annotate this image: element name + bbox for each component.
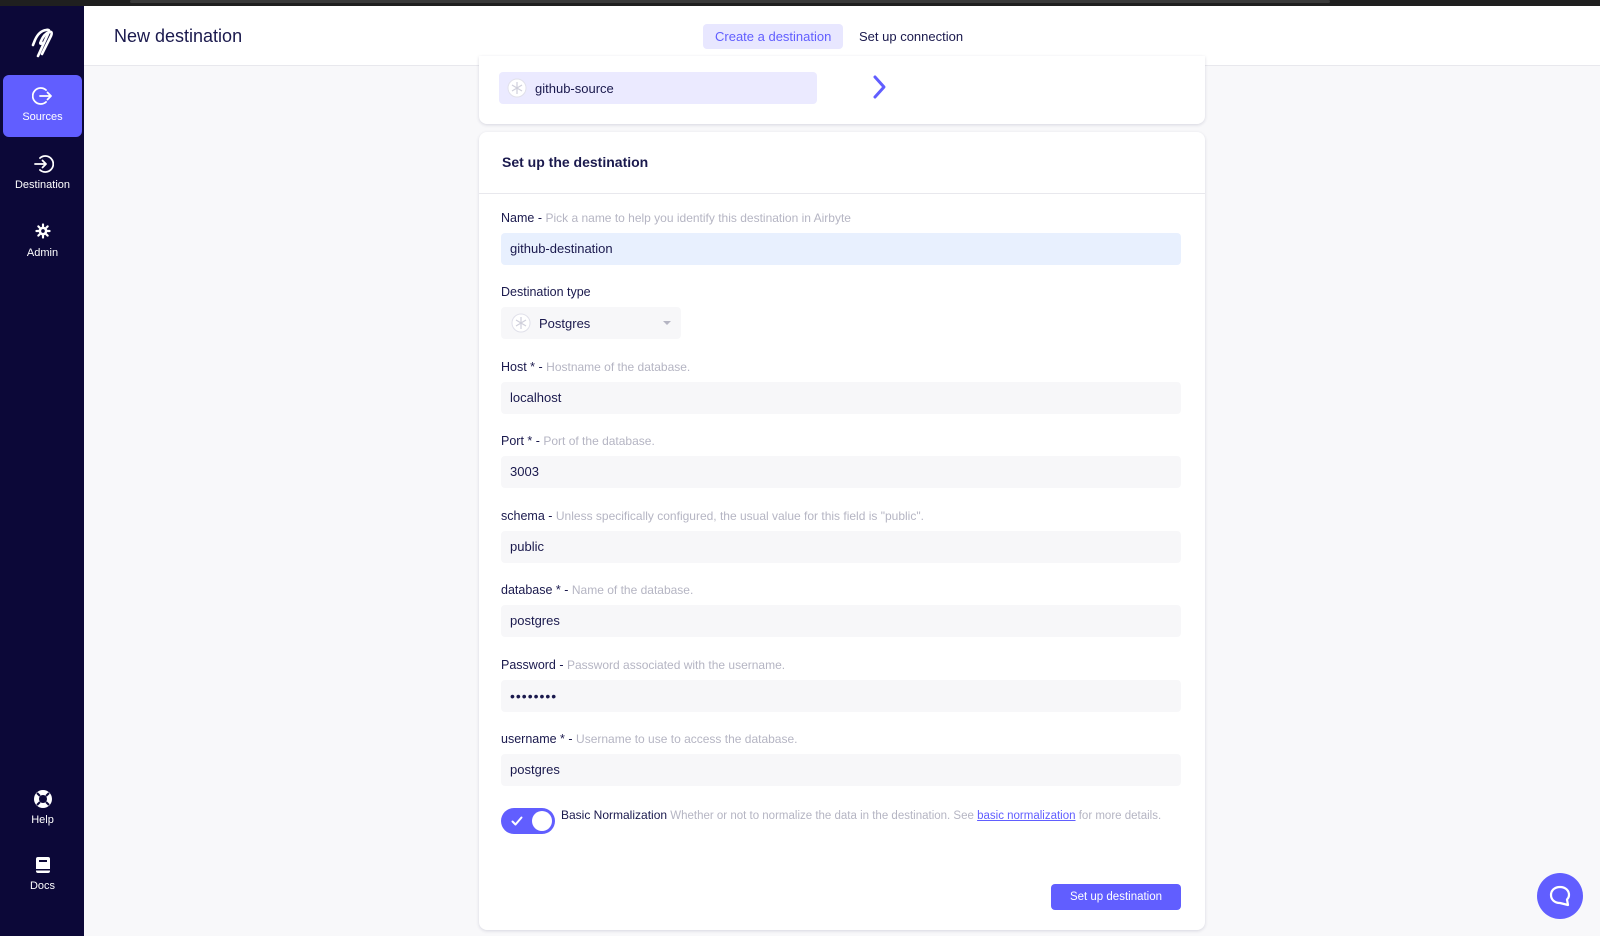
postgres-icon xyxy=(511,313,531,333)
schema-label: schema - Unless specifically configured,… xyxy=(501,509,924,523)
source-pill[interactable]: github-source xyxy=(499,72,817,104)
password-label: Password - Password associated with the … xyxy=(501,658,786,672)
schema-input[interactable]: public xyxy=(501,531,1181,563)
schema-field: schema - Unless specifically configured,… xyxy=(501,508,1181,563)
browser-bar xyxy=(130,0,1330,3)
name-field: Name - Pick a name to help you identify … xyxy=(501,210,1181,265)
password-field: Password - Password associated with the … xyxy=(501,657,1181,712)
step-create-destination[interactable]: Create a destination xyxy=(703,24,844,49)
chat-bubble-icon xyxy=(1549,885,1571,907)
host-label: Host * - Hostname of the database. xyxy=(501,360,691,374)
destination-type-value: Postgres xyxy=(539,315,591,331)
password-input[interactable]: •••••••• xyxy=(501,680,1181,712)
chevron-right-icon[interactable] xyxy=(869,74,889,100)
sidebar-item-label: Admin xyxy=(26,247,59,259)
airbyte-logo-icon[interactable] xyxy=(24,26,60,62)
host-field: Host * - Hostname of the database. local… xyxy=(501,359,1181,414)
destination-form-card: Set up the destination Name - Pick a nam… xyxy=(479,132,1205,930)
normalization-description: Basic Normalization Whether or not to no… xyxy=(561,808,1162,822)
source-name: github-source xyxy=(535,80,614,96)
sidebar-item-label: Help xyxy=(31,814,54,826)
source-card: github-source xyxy=(479,56,1205,124)
lifebuoy-icon xyxy=(33,790,52,808)
sidebar: Sources Destination Admin Help Docs xyxy=(0,6,84,936)
source-connector-icon xyxy=(507,78,527,98)
main-content: New destination Create a destination Set… xyxy=(84,6,1600,936)
host-input[interactable]: localhost xyxy=(501,382,1181,414)
username-label: username * - Username to use to access t… xyxy=(501,732,798,746)
login-arrow-icon xyxy=(33,155,54,173)
destination-type-select[interactable]: Postgres xyxy=(501,307,681,339)
check-icon xyxy=(511,816,523,826)
port-label: Port * - Port of the database. xyxy=(501,434,655,448)
arrow-right-circle-icon xyxy=(31,87,52,105)
destination-type-field: Destination type Postgres xyxy=(501,284,1181,339)
sidebar-item-label: Docs xyxy=(29,880,56,892)
chevron-down-icon xyxy=(663,321,671,325)
username-field: username * - Username to use to access t… xyxy=(501,731,1181,786)
sidebar-item-admin[interactable]: Admin xyxy=(3,211,82,273)
sidebar-item-label: Sources xyxy=(22,111,63,123)
form-heading: Set up the destination xyxy=(479,132,1205,194)
chat-support-button[interactable] xyxy=(1537,873,1583,919)
port-field: Port * - Port of the database. 3003 xyxy=(501,433,1181,488)
normalization-label: Basic Normalization xyxy=(561,808,668,822)
basic-normalization-link[interactable]: basic normalization xyxy=(977,810,1075,822)
sidebar-item-help[interactable]: Help xyxy=(3,778,82,840)
username-input[interactable]: postgres xyxy=(501,754,1181,786)
database-input[interactable]: postgres xyxy=(501,605,1181,637)
database-label: database * - Name of the database. xyxy=(501,583,694,597)
setup-destination-button[interactable]: Set up destination xyxy=(1051,884,1181,910)
sidebar-item-label: Destination xyxy=(14,179,71,191)
normalization-toggle[interactable] xyxy=(501,808,555,834)
gear-icon xyxy=(34,223,51,239)
sidebar-item-destination[interactable]: Destination xyxy=(3,143,82,205)
sidebar-item-docs[interactable]: Docs xyxy=(3,844,82,906)
step-setup-connection[interactable]: Set up connection xyxy=(847,24,975,49)
toggle-knob xyxy=(532,811,552,831)
database-field: database * - Name of the database. postg… xyxy=(501,582,1181,637)
port-input[interactable]: 3003 xyxy=(501,456,1181,488)
name-input[interactable]: github-destination xyxy=(501,233,1181,265)
page-title: New destination xyxy=(114,26,243,46)
sidebar-item-sources[interactable]: Sources xyxy=(3,75,82,137)
destination-type-label: Destination type xyxy=(501,285,591,299)
name-label: Name - Pick a name to help you identify … xyxy=(501,211,851,225)
book-icon xyxy=(35,857,50,873)
